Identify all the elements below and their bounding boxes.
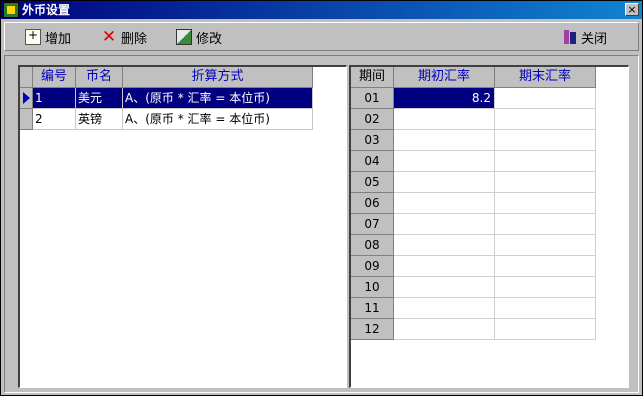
- table-cell-code[interactable]: 2: [33, 109, 76, 130]
- column-header-period[interactable]: 期间: [351, 67, 394, 88]
- row-indicator[interactable]: [20, 109, 33, 130]
- period-cell[interactable]: 11: [351, 298, 394, 319]
- add-document-icon: [25, 28, 41, 45]
- begin-rate-cell[interactable]: 8.2: [394, 88, 495, 109]
- column-header-name[interactable]: 币名: [76, 67, 123, 88]
- end-rate-cell[interactable]: [495, 235, 596, 256]
- edit-button-label: 修改: [196, 31, 223, 47]
- end-rate-cell[interactable]: [495, 193, 596, 214]
- main-panel: 编号 币名 折算方式 1 美元 A、(原币 * 汇率 = 本位币) 2 英镑 A…: [4, 55, 639, 393]
- end-rate-cell[interactable]: [495, 298, 596, 319]
- title-bar: 外币设置 ×: [1, 1, 642, 19]
- edit-button[interactable]: 修改: [176, 27, 222, 47]
- period-cell[interactable]: 09: [351, 256, 394, 277]
- column-header-end-rate[interactable]: 期末汇率: [495, 67, 596, 88]
- period-cell[interactable]: 01: [351, 88, 394, 109]
- begin-rate-cell[interactable]: [394, 298, 495, 319]
- table-cell-code[interactable]: 1: [33, 88, 76, 109]
- end-rate-cell[interactable]: [495, 151, 596, 172]
- begin-rate-cell[interactable]: [394, 151, 495, 172]
- exit-door-icon: [563, 29, 577, 45]
- column-header-begin-rate[interactable]: 期初汇率: [394, 67, 495, 88]
- begin-rate-cell[interactable]: [394, 235, 495, 256]
- table-cell-name[interactable]: 英镑: [76, 109, 123, 130]
- window-close-button[interactable]: ×: [625, 3, 639, 16]
- column-header-method[interactable]: 折算方式: [123, 67, 313, 88]
- table-cell-method[interactable]: A、(原币 * 汇率 = 本位币): [123, 109, 313, 130]
- row-indicator[interactable]: [20, 88, 33, 109]
- period-cell[interactable]: 10: [351, 277, 394, 298]
- add-button-label: 增加: [45, 31, 72, 47]
- begin-rate-cell[interactable]: [394, 130, 495, 151]
- table-cell-method[interactable]: A、(原币 * 汇率 = 本位币): [123, 88, 313, 109]
- period-cell[interactable]: 05: [351, 172, 394, 193]
- begin-rate-cell[interactable]: [394, 319, 495, 340]
- edit-icon: [176, 29, 192, 45]
- period-cell[interactable]: 08: [351, 235, 394, 256]
- currency-grid[interactable]: 编号 币名 折算方式 1 美元 A、(原币 * 汇率 = 本位币) 2 英镑 A…: [18, 65, 347, 388]
- end-rate-cell[interactable]: [495, 109, 596, 130]
- end-rate-cell[interactable]: [495, 319, 596, 340]
- period-cell[interactable]: 03: [351, 130, 394, 151]
- begin-rate-cell[interactable]: [394, 172, 495, 193]
- table-cell-name[interactable]: 美元: [76, 88, 123, 109]
- end-rate-cell[interactable]: [495, 130, 596, 151]
- end-rate-cell[interactable]: [495, 214, 596, 235]
- toolbar: 增加 ✕ 删除 修改 关闭: [4, 22, 639, 51]
- close-button-label: 关闭: [581, 31, 608, 47]
- add-button[interactable]: 增加: [25, 27, 71, 47]
- begin-rate-cell[interactable]: [394, 277, 495, 298]
- end-rate-cell[interactable]: [495, 277, 596, 298]
- end-rate-cell[interactable]: [495, 256, 596, 277]
- delete-button[interactable]: ✕ 删除: [101, 27, 147, 47]
- delete-button-label: 删除: [121, 31, 148, 47]
- end-rate-cell[interactable]: [495, 172, 596, 193]
- begin-rate-cell[interactable]: [394, 193, 495, 214]
- end-rate-cell[interactable]: [495, 88, 596, 109]
- begin-rate-cell[interactable]: [394, 214, 495, 235]
- rate-grid[interactable]: 期间 期初汇率 期末汇率 01 8.2 02 03 04 05 06 07 08 09 10 11 12: [349, 65, 629, 388]
- grid-corner: [20, 67, 33, 88]
- period-cell[interactable]: 06: [351, 193, 394, 214]
- app-icon: [3, 2, 19, 18]
- period-cell[interactable]: 04: [351, 151, 394, 172]
- close-button[interactable]: 关闭: [563, 27, 607, 47]
- row-pointer-icon: [23, 92, 30, 104]
- window: 外币设置 × 增加 ✕ 删除 修改 关闭 编号 币名 折算方式 1 美元: [0, 0, 643, 396]
- begin-rate-cell[interactable]: [394, 256, 495, 277]
- period-cell[interactable]: 12: [351, 319, 394, 340]
- red-x-icon: ✕: [101, 27, 117, 47]
- column-header-code[interactable]: 编号: [33, 67, 76, 88]
- window-title: 外币设置: [22, 3, 71, 17]
- period-cell[interactable]: 02: [351, 109, 394, 130]
- begin-rate-cell[interactable]: [394, 109, 495, 130]
- period-cell[interactable]: 07: [351, 214, 394, 235]
